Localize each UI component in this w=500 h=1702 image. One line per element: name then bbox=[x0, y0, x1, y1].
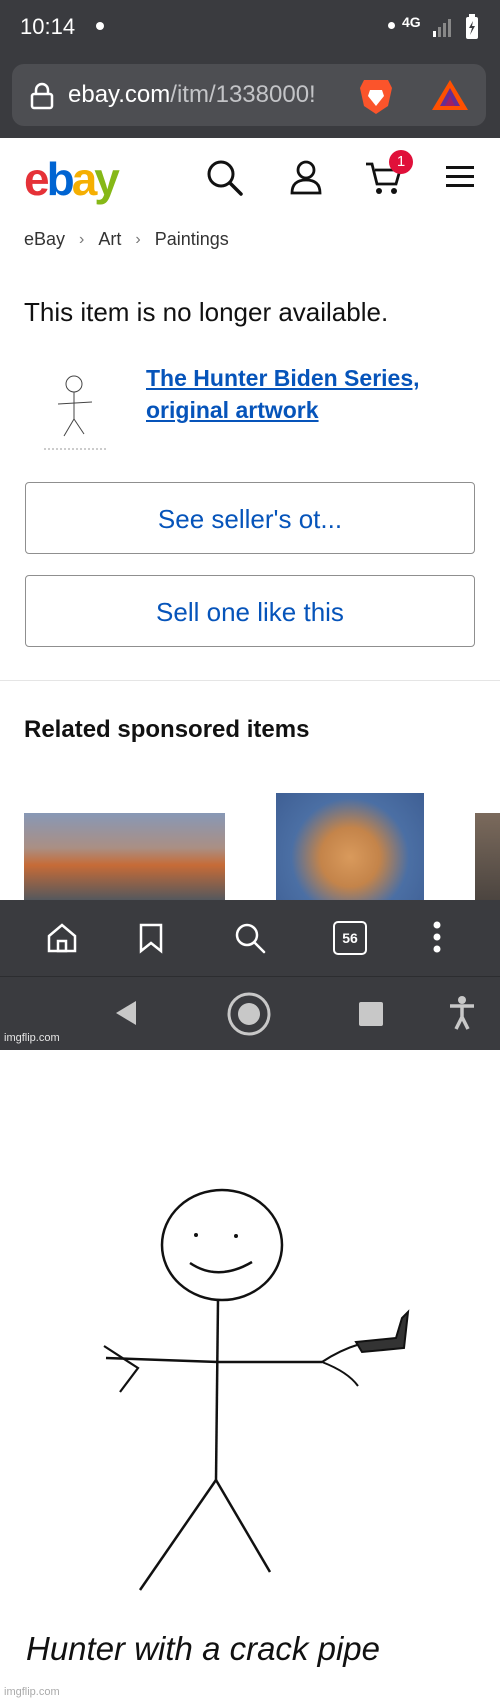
figure-body bbox=[214, 1299, 220, 1481]
item-title-link[interactable]: The Hunter Biden Series, original artwor… bbox=[146, 362, 476, 426]
see-seller-button[interactable]: See seller's ot... bbox=[25, 482, 475, 554]
bat-icon[interactable] bbox=[430, 78, 470, 112]
item-thumbnail[interactable] bbox=[34, 364, 116, 454]
brave-icon[interactable] bbox=[358, 76, 394, 116]
related-heading: Related sponsored items bbox=[24, 716, 310, 743]
related-item-image-partial[interactable] bbox=[475, 813, 500, 900]
search-icon[interactable] bbox=[206, 159, 244, 197]
android-nav-bar bbox=[0, 976, 500, 1051]
ebay-header: ebay bbox=[0, 138, 500, 218]
lock-icon[interactable] bbox=[30, 82, 54, 110]
status-time: 10:14 bbox=[20, 14, 76, 39]
battery-icon bbox=[466, 14, 478, 39]
sell-one-button[interactable]: Sell one like this bbox=[25, 575, 475, 647]
tabs-icon[interactable]: 56 bbox=[333, 921, 367, 955]
address-bar[interactable]: ebay.com/itm/1338000! bbox=[12, 64, 486, 126]
breadcrumb-paintings[interactable]: Paintings bbox=[155, 229, 229, 250]
notification-dot bbox=[96, 22, 104, 30]
chevron-right-icon: › bbox=[79, 230, 85, 248]
status-dot bbox=[388, 22, 395, 29]
accessibility-icon[interactable] bbox=[448, 995, 476, 1031]
more-icon[interactable] bbox=[430, 920, 444, 954]
status-bar: 10:14 4G bbox=[0, 0, 500, 56]
drawing-caption: Hunter with a crack pipe bbox=[26, 1630, 380, 1667]
network-indicator: 4G bbox=[402, 14, 421, 30]
breadcrumb: eBay › Art › Paintings bbox=[24, 229, 229, 250]
recents-icon[interactable] bbox=[358, 1001, 384, 1027]
menu-icon[interactable] bbox=[446, 164, 476, 190]
watermark-bottom: imgflip.com bbox=[4, 1686, 60, 1698]
signal-icon bbox=[433, 19, 451, 37]
bookmark-icon[interactable] bbox=[138, 922, 164, 954]
logo-letter-y: y bbox=[94, 153, 120, 205]
cart-count-badge: 1 bbox=[389, 150, 413, 174]
home-icon[interactable] bbox=[46, 922, 78, 954]
chevron-right-icon: › bbox=[135, 230, 141, 248]
url-text[interactable]: ebay.com/itm/1338000! bbox=[68, 81, 350, 109]
breadcrumb-art[interactable]: Art bbox=[98, 229, 121, 250]
browser-address-area: ebay.com/itm/1338000! bbox=[0, 56, 500, 138]
logo-letter-a: a bbox=[71, 153, 98, 205]
figure-head bbox=[160, 1188, 284, 1302]
logo-letter-b: b bbox=[46, 153, 75, 205]
back-icon[interactable] bbox=[114, 999, 138, 1027]
breadcrumb-ebay[interactable]: eBay bbox=[24, 229, 65, 250]
divider bbox=[0, 680, 500, 681]
watermark-top: imgflip.com bbox=[4, 1032, 60, 1044]
related-item-cat-image[interactable] bbox=[276, 793, 424, 900]
account-icon[interactable] bbox=[289, 159, 323, 195]
browser-search-icon[interactable] bbox=[234, 922, 266, 954]
related-item-sunset-image[interactable] bbox=[24, 813, 225, 900]
pipe-drawing bbox=[354, 1309, 410, 1354]
ebay-logo[interactable]: ebay bbox=[24, 152, 120, 206]
unavailable-message: This item is no longer available. bbox=[24, 297, 389, 327]
url-path: /itm/1338000! bbox=[170, 81, 316, 108]
url-domain: ebay.com bbox=[68, 81, 171, 108]
browser-toolbar: 56 bbox=[0, 900, 500, 976]
home-nav-icon[interactable] bbox=[226, 991, 272, 1037]
stick-figure-drawing: Hunter with a crack pipe bbox=[0, 1050, 500, 1702]
logo-letter-e: e bbox=[24, 153, 50, 205]
